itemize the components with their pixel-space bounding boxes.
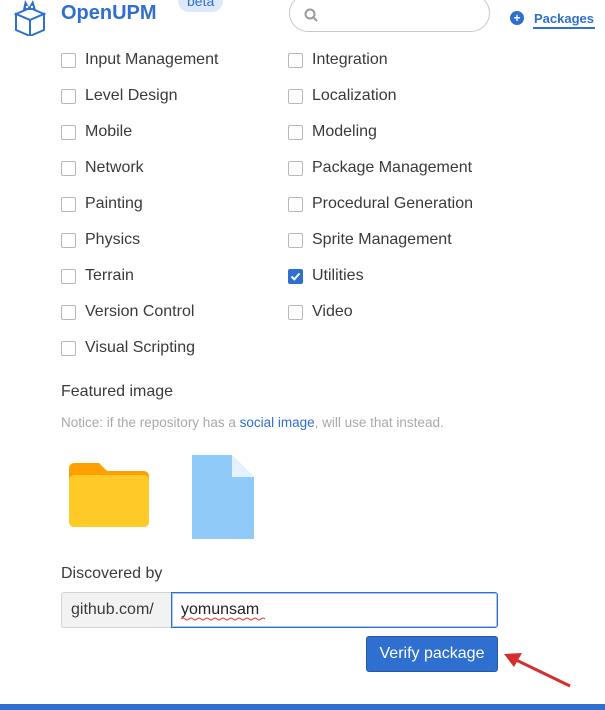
checkbox[interactable] — [61, 88, 76, 104]
category-network[interactable]: Network — [61, 158, 144, 178]
category-localization[interactable]: Localization — [288, 86, 397, 106]
github-prefix-addon: github.com/ — [61, 592, 171, 628]
beta-badge: beta — [178, 0, 224, 12]
folder-icon[interactable] — [69, 463, 151, 529]
category-modeling[interactable]: Modeling — [288, 122, 377, 142]
category-label: Level Design — [85, 87, 178, 104]
category-label: Painting — [85, 195, 143, 212]
featured-image-title: Featured image — [61, 383, 174, 400]
category-label: Network — [85, 159, 144, 176]
checkbox[interactable] — [288, 160, 303, 176]
top-header: OpenUPM beta + Packages — [0, 0, 605, 36]
checkbox[interactable] — [61, 340, 76, 356]
checkbox[interactable] — [288, 124, 303, 140]
nav-packages-label: Packages — [534, 10, 594, 26]
openupm-logo-icon[interactable] — [10, 0, 50, 36]
category-label: Localization — [312, 87, 397, 104]
checkbox-checked[interactable] — [288, 268, 303, 284]
category-label: Package Management — [312, 159, 473, 176]
category-sprite-management[interactable]: Sprite Management — [288, 230, 452, 250]
checkbox[interactable] — [288, 196, 303, 212]
category-integration[interactable]: Integration — [288, 50, 388, 70]
category-label: Version Control — [85, 303, 195, 320]
category-label: Physics — [85, 231, 141, 248]
category-label: Mobile — [85, 123, 133, 140]
search-icon — [304, 8, 318, 22]
category-mobile[interactable]: Mobile — [61, 122, 132, 142]
category-video[interactable]: Video — [288, 302, 353, 322]
category-label: Integration — [312, 51, 388, 68]
checkbox[interactable] — [61, 52, 76, 68]
checkbox[interactable] — [288, 88, 303, 104]
category-label: Video — [312, 303, 353, 320]
search-input[interactable] — [289, 0, 490, 32]
checkbox[interactable] — [61, 196, 76, 212]
category-input-management[interactable]: Input Management — [61, 50, 218, 70]
category-package-management[interactable]: Package Management — [288, 158, 472, 178]
social-image-link[interactable]: social image — [240, 415, 315, 430]
category-terrain[interactable]: Terrain — [61, 266, 134, 286]
category-version-control[interactable]: Version Control — [61, 302, 194, 322]
notice-text-end: , will use that instead. — [314, 415, 444, 430]
plus-circle-icon: + — [510, 11, 524, 25]
category-label: Modeling — [312, 123, 377, 140]
checkbox[interactable] — [288, 52, 303, 68]
checkbox[interactable] — [61, 124, 76, 140]
category-label: Sprite Management — [312, 231, 452, 248]
featured-image-notice: Notice: if the repository has a social i… — [61, 415, 444, 430]
checkbox[interactable] — [288, 304, 303, 320]
nav-active-underline — [533, 27, 595, 29]
spellcheck-underline — [181, 617, 266, 621]
category-label: Terrain — [85, 267, 134, 284]
category-label: Procedural Generation — [312, 195, 473, 212]
category-physics[interactable]: Physics — [61, 230, 140, 250]
red-arrow-annotation — [504, 653, 571, 688]
category-utilities[interactable]: Utilities — [288, 266, 364, 286]
category-painting[interactable]: Painting — [61, 194, 143, 214]
category-visual-scripting[interactable]: Visual Scripting — [61, 338, 195, 358]
category-level-design[interactable]: Level Design — [61, 86, 178, 106]
checkbox[interactable] — [61, 268, 76, 284]
verify-package-button[interactable]: Verify package — [366, 636, 498, 672]
category-label: Visual Scripting — [85, 339, 195, 356]
bottom-accent-bar — [0, 704, 605, 710]
notice-text: Notice: if the repository has a — [61, 415, 240, 430]
discovered-by-title: Discovered by — [61, 565, 163, 582]
checkbox[interactable] — [61, 160, 76, 176]
category-label: Utilities — [312, 267, 364, 284]
checkmark-icon — [290, 272, 301, 281]
checkbox[interactable] — [61, 304, 76, 320]
brand-name[interactable]: OpenUPM — [61, 2, 157, 25]
file-icon[interactable] — [190, 455, 256, 541]
checkbox[interactable] — [288, 232, 303, 248]
checkbox[interactable] — [61, 232, 76, 248]
github-username-input[interactable] — [171, 592, 498, 628]
category-label: Input Management — [85, 51, 219, 68]
category-procedural-generation[interactable]: Procedural Generation — [288, 194, 473, 214]
